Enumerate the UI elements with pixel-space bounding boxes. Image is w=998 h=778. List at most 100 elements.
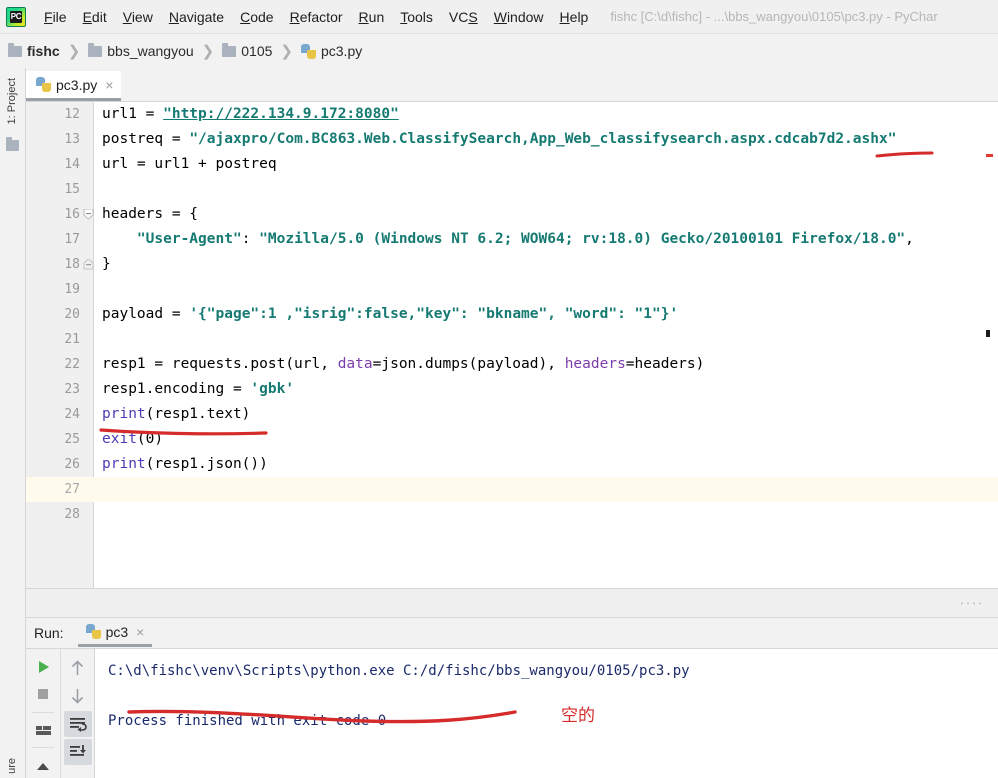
code-token: resp1.encoding = bbox=[102, 381, 251, 397]
breadcrumb-label: 0105 bbox=[241, 43, 273, 59]
soft-wrap-button[interactable] bbox=[63, 711, 92, 737]
scroll-to-end-button[interactable] bbox=[63, 739, 92, 765]
code-line[interactable]: 28 bbox=[26, 502, 998, 527]
pycharm-window: PC File Edit View Navigate Code Refactor Run To… bbox=[0, 0, 998, 778]
error-stripe-marker[interactable] bbox=[986, 154, 993, 157]
code-token: } bbox=[102, 256, 111, 272]
code-line[interactable]: 24 print(resp1.text) bbox=[26, 402, 998, 427]
line-number: 16 bbox=[64, 207, 80, 222]
code-line[interactable]: 25 exit(0) bbox=[26, 427, 998, 452]
breadcrumb-label: bbs_wangyou bbox=[107, 43, 194, 59]
code-token: "/ajaxpro/Com.BC863.Web.ClassifySearch,A… bbox=[189, 131, 897, 147]
code-line[interactable]: 18} bbox=[26, 252, 998, 277]
line-number: 15 bbox=[64, 182, 80, 197]
code-token: , bbox=[905, 231, 914, 247]
code-text: } bbox=[102, 252, 111, 277]
line-number: 26 bbox=[64, 457, 80, 472]
breadcrumb-item-0105[interactable]: 0105 bbox=[222, 42, 273, 59]
line-number: 13 bbox=[64, 132, 80, 147]
folder-icon[interactable] bbox=[6, 137, 19, 151]
code-line[interactable]: 27 bbox=[26, 477, 998, 502]
fold-collapse-icon[interactable] bbox=[83, 209, 94, 220]
menu-item-edit[interactable]: Edit bbox=[75, 6, 115, 28]
menu-item-view[interactable]: View bbox=[115, 6, 161, 28]
chevron-up-icon bbox=[37, 762, 49, 770]
breadcrumb-item-fishc[interactable]: fishc bbox=[8, 42, 60, 59]
code-text: payload = '{"page":1 ,"isrig":false,"key… bbox=[102, 302, 678, 327]
run-label: Run: bbox=[34, 625, 64, 641]
code-line[interactable]: 16 headers = { bbox=[26, 202, 998, 227]
menu-item-refactor[interactable]: Refactor bbox=[282, 6, 351, 28]
python-file-icon bbox=[36, 77, 51, 92]
menu-item-mnemonic: F bbox=[44, 8, 53, 25]
run-tab-pc3[interactable]: pc3 × bbox=[77, 619, 153, 647]
rerun-button[interactable] bbox=[29, 655, 57, 680]
line-number: 25 bbox=[64, 432, 80, 447]
soft-wrap-icon bbox=[69, 718, 87, 732]
tab-pc3-py[interactable]: pc3.py × bbox=[26, 71, 122, 101]
breadcrumb-item-bbs-wangyou[interactable]: bbs_wangyou bbox=[88, 42, 194, 59]
code-line[interactable]: 15 bbox=[26, 177, 998, 202]
breadcrumb-separator: ❯ bbox=[280, 43, 293, 60]
line-number: 12 bbox=[64, 107, 80, 122]
menu-item-mnemonic: W bbox=[493, 8, 507, 25]
code-line[interactable]: 17 "User-Agent": "Mozilla/5.0 (Windows N… bbox=[26, 227, 998, 252]
code-token: =json.dumps(payload), bbox=[372, 356, 565, 372]
print-button[interactable] bbox=[29, 718, 57, 743]
code-token: (0) bbox=[136, 431, 164, 447]
code-text: url1 = "http://222.134.9.172:8080" bbox=[102, 102, 399, 127]
close-icon[interactable]: × bbox=[136, 624, 144, 640]
folder-icon bbox=[8, 42, 22, 57]
breadcrumb-item-pc3-py[interactable]: pc3.py bbox=[300, 43, 362, 59]
code-text: postreq = "/ajaxpro/Com.BC863.Web.Classi… bbox=[102, 127, 896, 152]
code-line[interactable]: 20 payload = '{"page":1 ,"isrig":false,"k… bbox=[26, 302, 998, 327]
code-token: exit bbox=[102, 431, 137, 447]
line-number: 24 bbox=[64, 407, 80, 422]
code-token: "User-Agent" bbox=[136, 231, 242, 247]
expand-button[interactable] bbox=[29, 753, 57, 778]
editor-run-splitter[interactable] bbox=[26, 588, 998, 618]
splitter-grip-icon[interactable] bbox=[960, 601, 986, 606]
code-line[interactable]: 13 postreq = "/ajaxpro/Com.BC863.Web.Clas… bbox=[26, 127, 998, 152]
stop-button[interactable] bbox=[29, 682, 57, 707]
code-text: print(resp1.text) bbox=[102, 402, 250, 427]
run-toolbar bbox=[26, 648, 94, 778]
menu-item-mnemonic: T bbox=[400, 8, 408, 25]
code-line[interactable]: 19 bbox=[26, 277, 998, 302]
menu-item-help[interactable]: Help bbox=[552, 6, 597, 28]
menu-item-tools[interactable]: Tools bbox=[392, 6, 441, 28]
menu-item-navigate[interactable]: Navigate bbox=[161, 6, 232, 28]
code-line[interactable]: 26 print(resp1.json()) bbox=[26, 452, 998, 477]
toolbar-divider bbox=[32, 711, 54, 713]
code-token: 'gbk' bbox=[250, 381, 295, 397]
menu-item-mnemonic: C bbox=[240, 8, 251, 25]
breadcrumb-separator: ❯ bbox=[67, 43, 81, 60]
code-line[interactable]: 14 url = url1 + postreq bbox=[26, 152, 998, 177]
menu-item-window[interactable]: Window bbox=[486, 6, 552, 28]
sidebar-item-project[interactable]: 1: Project bbox=[6, 78, 18, 124]
close-icon[interactable]: × bbox=[105, 78, 113, 92]
down-button[interactable] bbox=[64, 683, 92, 709]
code-token: "http://222.134.9.172:8080" bbox=[163, 106, 399, 122]
caret-stripe-marker bbox=[986, 330, 990, 337]
line-number: 14 bbox=[64, 157, 80, 172]
code-text: resp1 = requests.post(url, data=json.dum… bbox=[102, 352, 704, 377]
menu-item-mnemonic: R bbox=[289, 8, 300, 25]
line-number: 28 bbox=[64, 507, 80, 522]
code-text: headers = { bbox=[102, 202, 198, 227]
sidebar-item-structure[interactable]: ure bbox=[6, 758, 18, 774]
fold-end-icon[interactable] bbox=[83, 259, 94, 270]
breadcrumb: fishc ❯ bbs_wangyou ❯ 0105 ❯ pc3.py bbox=[0, 34, 998, 68]
menu-item-file[interactable]: File bbox=[36, 6, 75, 28]
menu-item-run[interactable]: Run bbox=[351, 6, 393, 28]
code-editor[interactable]: 12 url1 = "http://222.134.9.172:8080" 13 po… bbox=[26, 102, 998, 588]
code-line[interactable]: 22 resp1 = requests.post(url, data=json.d… bbox=[26, 352, 998, 377]
code-token: '{"page":1 ,"isrig":false,"key": "bkname… bbox=[189, 306, 679, 322]
code-line[interactable]: 12 url1 = "http://222.134.9.172:8080" bbox=[26, 102, 998, 127]
run-console-output[interactable]: C:\d\fishc\venv\Scripts\python.exe C:/d/… bbox=[94, 648, 998, 778]
code-line[interactable]: 23 resp1.encoding = 'gbk' bbox=[26, 377, 998, 402]
menu-item-vcs[interactable]: VCS bbox=[441, 6, 486, 28]
menu-item-code[interactable]: Code bbox=[232, 6, 281, 28]
up-button[interactable] bbox=[64, 655, 92, 681]
code-line[interactable]: 21 bbox=[26, 327, 998, 352]
